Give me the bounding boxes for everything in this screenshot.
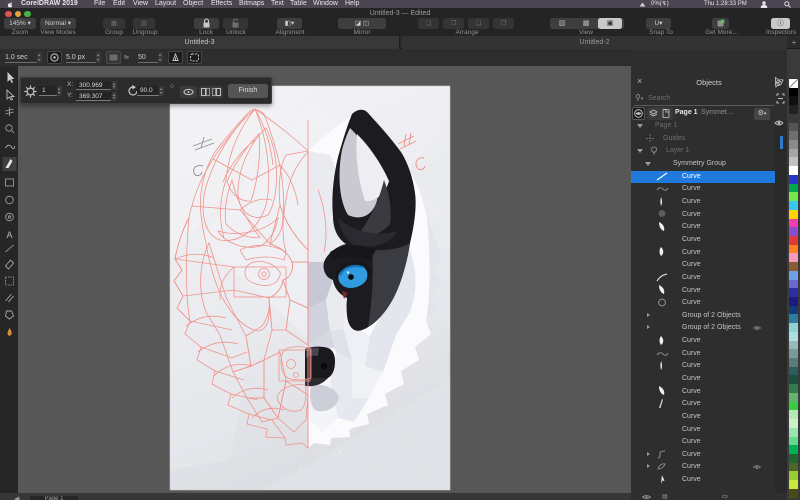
svg-text:A: A	[6, 230, 12, 240]
